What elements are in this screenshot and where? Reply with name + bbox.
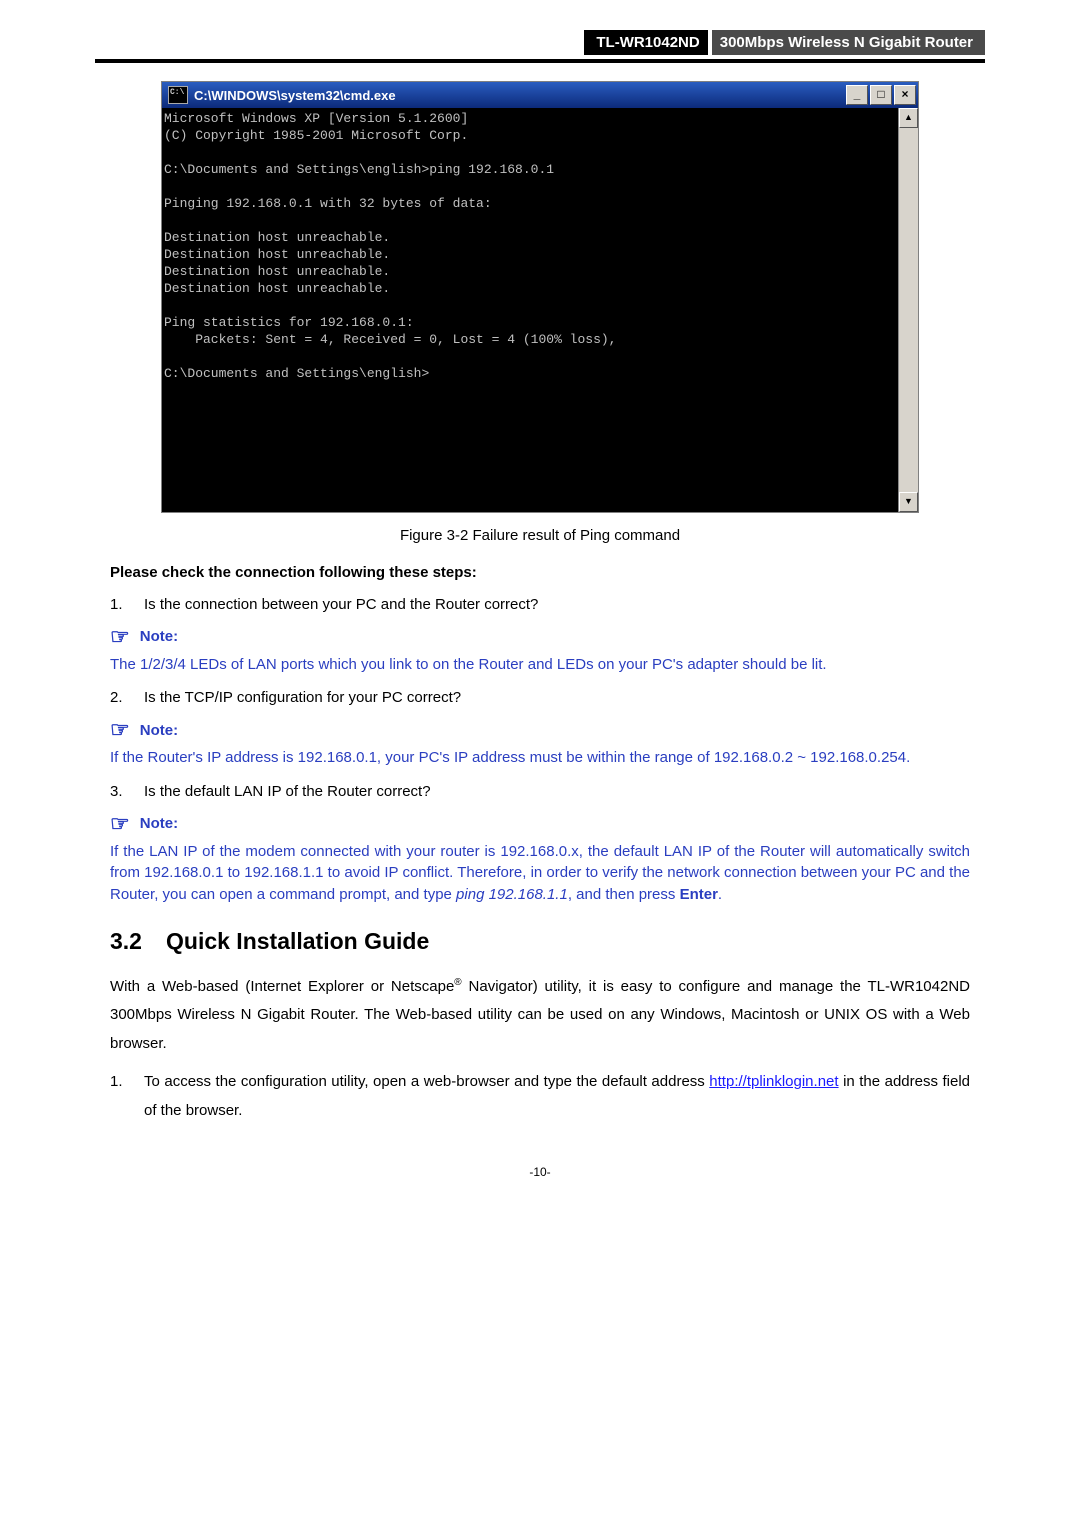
close-button[interactable]: × <box>894 85 916 105</box>
step-text: Is the TCP/IP configuration for your PC … <box>144 687 970 709</box>
access-text-a: To access the configuration utility, ope… <box>144 1073 709 1090</box>
intro-a: With a Web-based (Internet Explorer or N… <box>110 978 454 995</box>
cmd-title-text: C:\WINDOWS\system32\cmd.exe <box>194 88 846 103</box>
cmd-window: C:\WINDOWS\system32\cmd.exe _ □ × Micros… <box>161 81 919 513</box>
scroll-down-button[interactable]: ▼ <box>899 492 918 512</box>
note-3-part-c: . <box>718 886 722 903</box>
scroll-up-button[interactable]: ▲ <box>899 108 918 128</box>
step-2: 2. Is the TCP/IP configuration for your … <box>110 687 970 709</box>
note-label-text: Note: <box>140 815 178 832</box>
note-3-enter: Enter <box>680 886 718 903</box>
pointing-hand-icon: ☞ <box>110 626 130 648</box>
note-3-text: If the LAN IP of the modem connected wit… <box>110 841 970 906</box>
scroll-track[interactable] <box>899 128 918 492</box>
header-rule <box>95 59 985 63</box>
step-text: To access the configuration utility, ope… <box>144 1068 970 1125</box>
section-heading: 3.2 Quick Installation Guide <box>110 928 970 955</box>
page-number: -10- <box>0 1165 1080 1179</box>
note-3-ping-cmd: ping 192.168.1.1 <box>456 886 568 903</box>
note-label: ☞ Note: <box>110 626 970 648</box>
note-label-text: Note: <box>140 722 178 739</box>
cmd-icon <box>168 86 188 104</box>
pointing-hand-icon: ☞ <box>110 719 130 741</box>
doc-header: TL-WR1042ND 300Mbps Wireless N Gigabit R… <box>95 30 985 55</box>
figure-caption: Figure 3-2 Failure result of Ping comman… <box>110 527 970 544</box>
model-description: 300Mbps Wireless N Gigabit Router <box>712 30 985 55</box>
note-label: ☞ Note: <box>110 813 970 835</box>
step-3: 3. Is the default LAN IP of the Router c… <box>110 781 970 803</box>
step-text: Is the connection between your PC and th… <box>144 594 970 616</box>
cmd-titlebar: C:\WINDOWS\system32\cmd.exe _ □ × <box>162 82 918 108</box>
cmd-output: Microsoft Windows XP [Version 5.1.2600] … <box>162 108 898 512</box>
step-number: 2. <box>110 687 144 709</box>
note-label-text: Note: <box>140 628 178 645</box>
step-number: 1. <box>110 1068 144 1125</box>
access-step-1: 1. To access the configuration utility, … <box>110 1068 970 1125</box>
minimize-button[interactable]: _ <box>846 85 868 105</box>
note-2-text: If the Router's IP address is 192.168.0.… <box>110 747 970 769</box>
intro-paragraph: With a Web-based (Internet Explorer or N… <box>110 973 970 1059</box>
section-number: 3.2 <box>110 928 166 955</box>
tplink-login-link[interactable]: http://tplinklogin.net <box>709 1073 838 1090</box>
maximize-button[interactable]: □ <box>870 85 892 105</box>
step-1: 1. Is the connection between your PC and… <box>110 594 970 616</box>
model-badge: TL-WR1042ND <box>584 30 711 55</box>
registered-mark: ® <box>454 977 461 988</box>
section-title: Quick Installation Guide <box>166 928 429 955</box>
note-label: ☞ Note: <box>110 719 970 741</box>
pointing-hand-icon: ☞ <box>110 813 130 835</box>
scrollbar[interactable]: ▲ ▼ <box>898 108 918 512</box>
note-3-part-b: , and then press <box>568 886 680 903</box>
note-1-text: The 1/2/3/4 LEDs of LAN ports which you … <box>110 654 970 676</box>
step-number: 3. <box>110 781 144 803</box>
step-number: 1. <box>110 594 144 616</box>
step-text: Is the default LAN IP of the Router corr… <box>144 781 970 803</box>
check-heading: Please check the connection following th… <box>110 562 970 584</box>
